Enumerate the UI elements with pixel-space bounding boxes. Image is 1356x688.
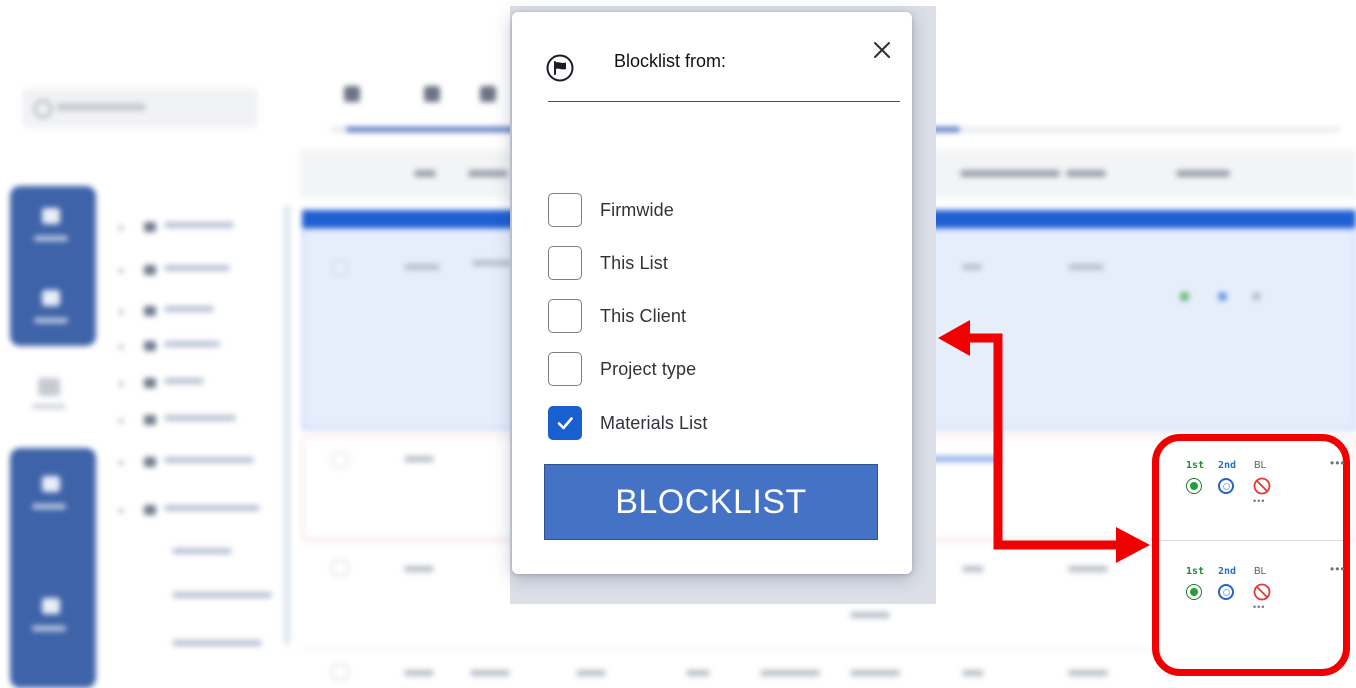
- bl-label: BL: [1254, 460, 1267, 471]
- second-status-radio[interactable]: [1218, 478, 1234, 494]
- more-options-icon[interactable]: •••: [1330, 562, 1346, 576]
- ban-more-icon: •••: [1253, 602, 1266, 612]
- arrowhead-left: [938, 320, 970, 356]
- first-label: 1st: [1186, 460, 1205, 471]
- first-status-radio[interactable]: [1186, 584, 1202, 600]
- first-label: 1st: [1186, 566, 1205, 577]
- more-options-icon[interactable]: •••: [1330, 456, 1346, 470]
- second-status-radio[interactable]: [1218, 584, 1234, 600]
- blocklist-ban-icon[interactable]: [1252, 476, 1272, 496]
- ban-more-icon: •••: [1253, 496, 1266, 506]
- second-label: 2nd: [1218, 460, 1237, 471]
- arrowhead-right: [1116, 527, 1150, 563]
- bl-label: BL: [1254, 566, 1267, 577]
- status-group-2: 1st 2nd BL ••• •••: [1186, 562, 1356, 626]
- callout-divider: [1159, 540, 1343, 541]
- blocklist-ban-icon[interactable]: [1252, 582, 1272, 602]
- first-status-radio[interactable]: [1186, 478, 1202, 494]
- second-label: 2nd: [1218, 566, 1237, 577]
- status-group-1: 1st 2nd BL ••• •••: [1186, 456, 1356, 520]
